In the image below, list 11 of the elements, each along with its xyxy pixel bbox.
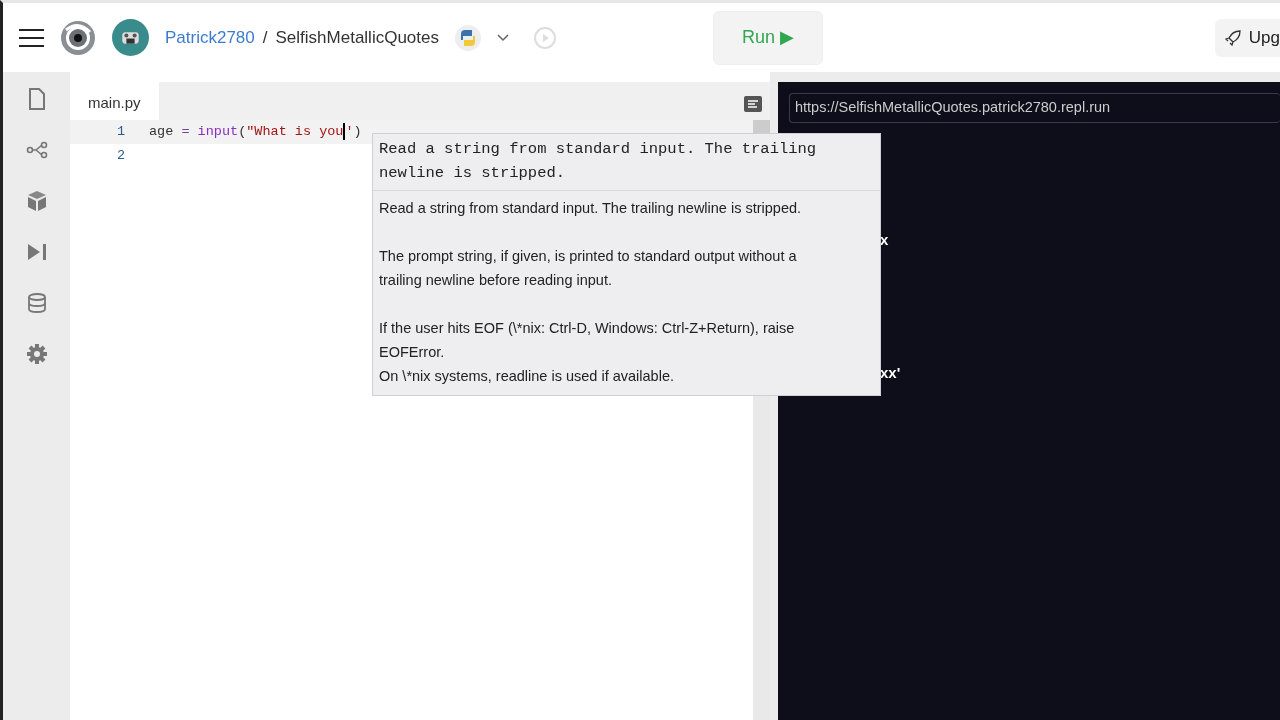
console-output: xx' <box>880 363 901 383</box>
doc-paragraph: If the user hits EOF (\*nix: Ctrl-D, Windows: Ctrl-Z+Return), raise EOFError. On \*nix systems, readline is used if available. <box>378 319 796 386</box>
doc-paragraph: Read a string from standard input. The trailing newline is stripped. <box>378 199 803 218</box>
doc-paragraph: The prompt string, if given, is printed to standard output without a trailing newline before reading input. <box>378 247 798 290</box>
breadcrumb-separator: / <box>262 26 268 49</box>
code-line: age = input("What is you') <box>149 121 362 142</box>
line-number: 1 <box>115 123 125 141</box>
signature-text: Read a string from standard input. The trailing newline is stripped. <box>373 134 880 191</box>
console-output: x <box>880 230 889 250</box>
repl-name: SelfishMetallicQuotes <box>275 26 439 49</box>
line-number: 2 <box>115 147 125 165</box>
